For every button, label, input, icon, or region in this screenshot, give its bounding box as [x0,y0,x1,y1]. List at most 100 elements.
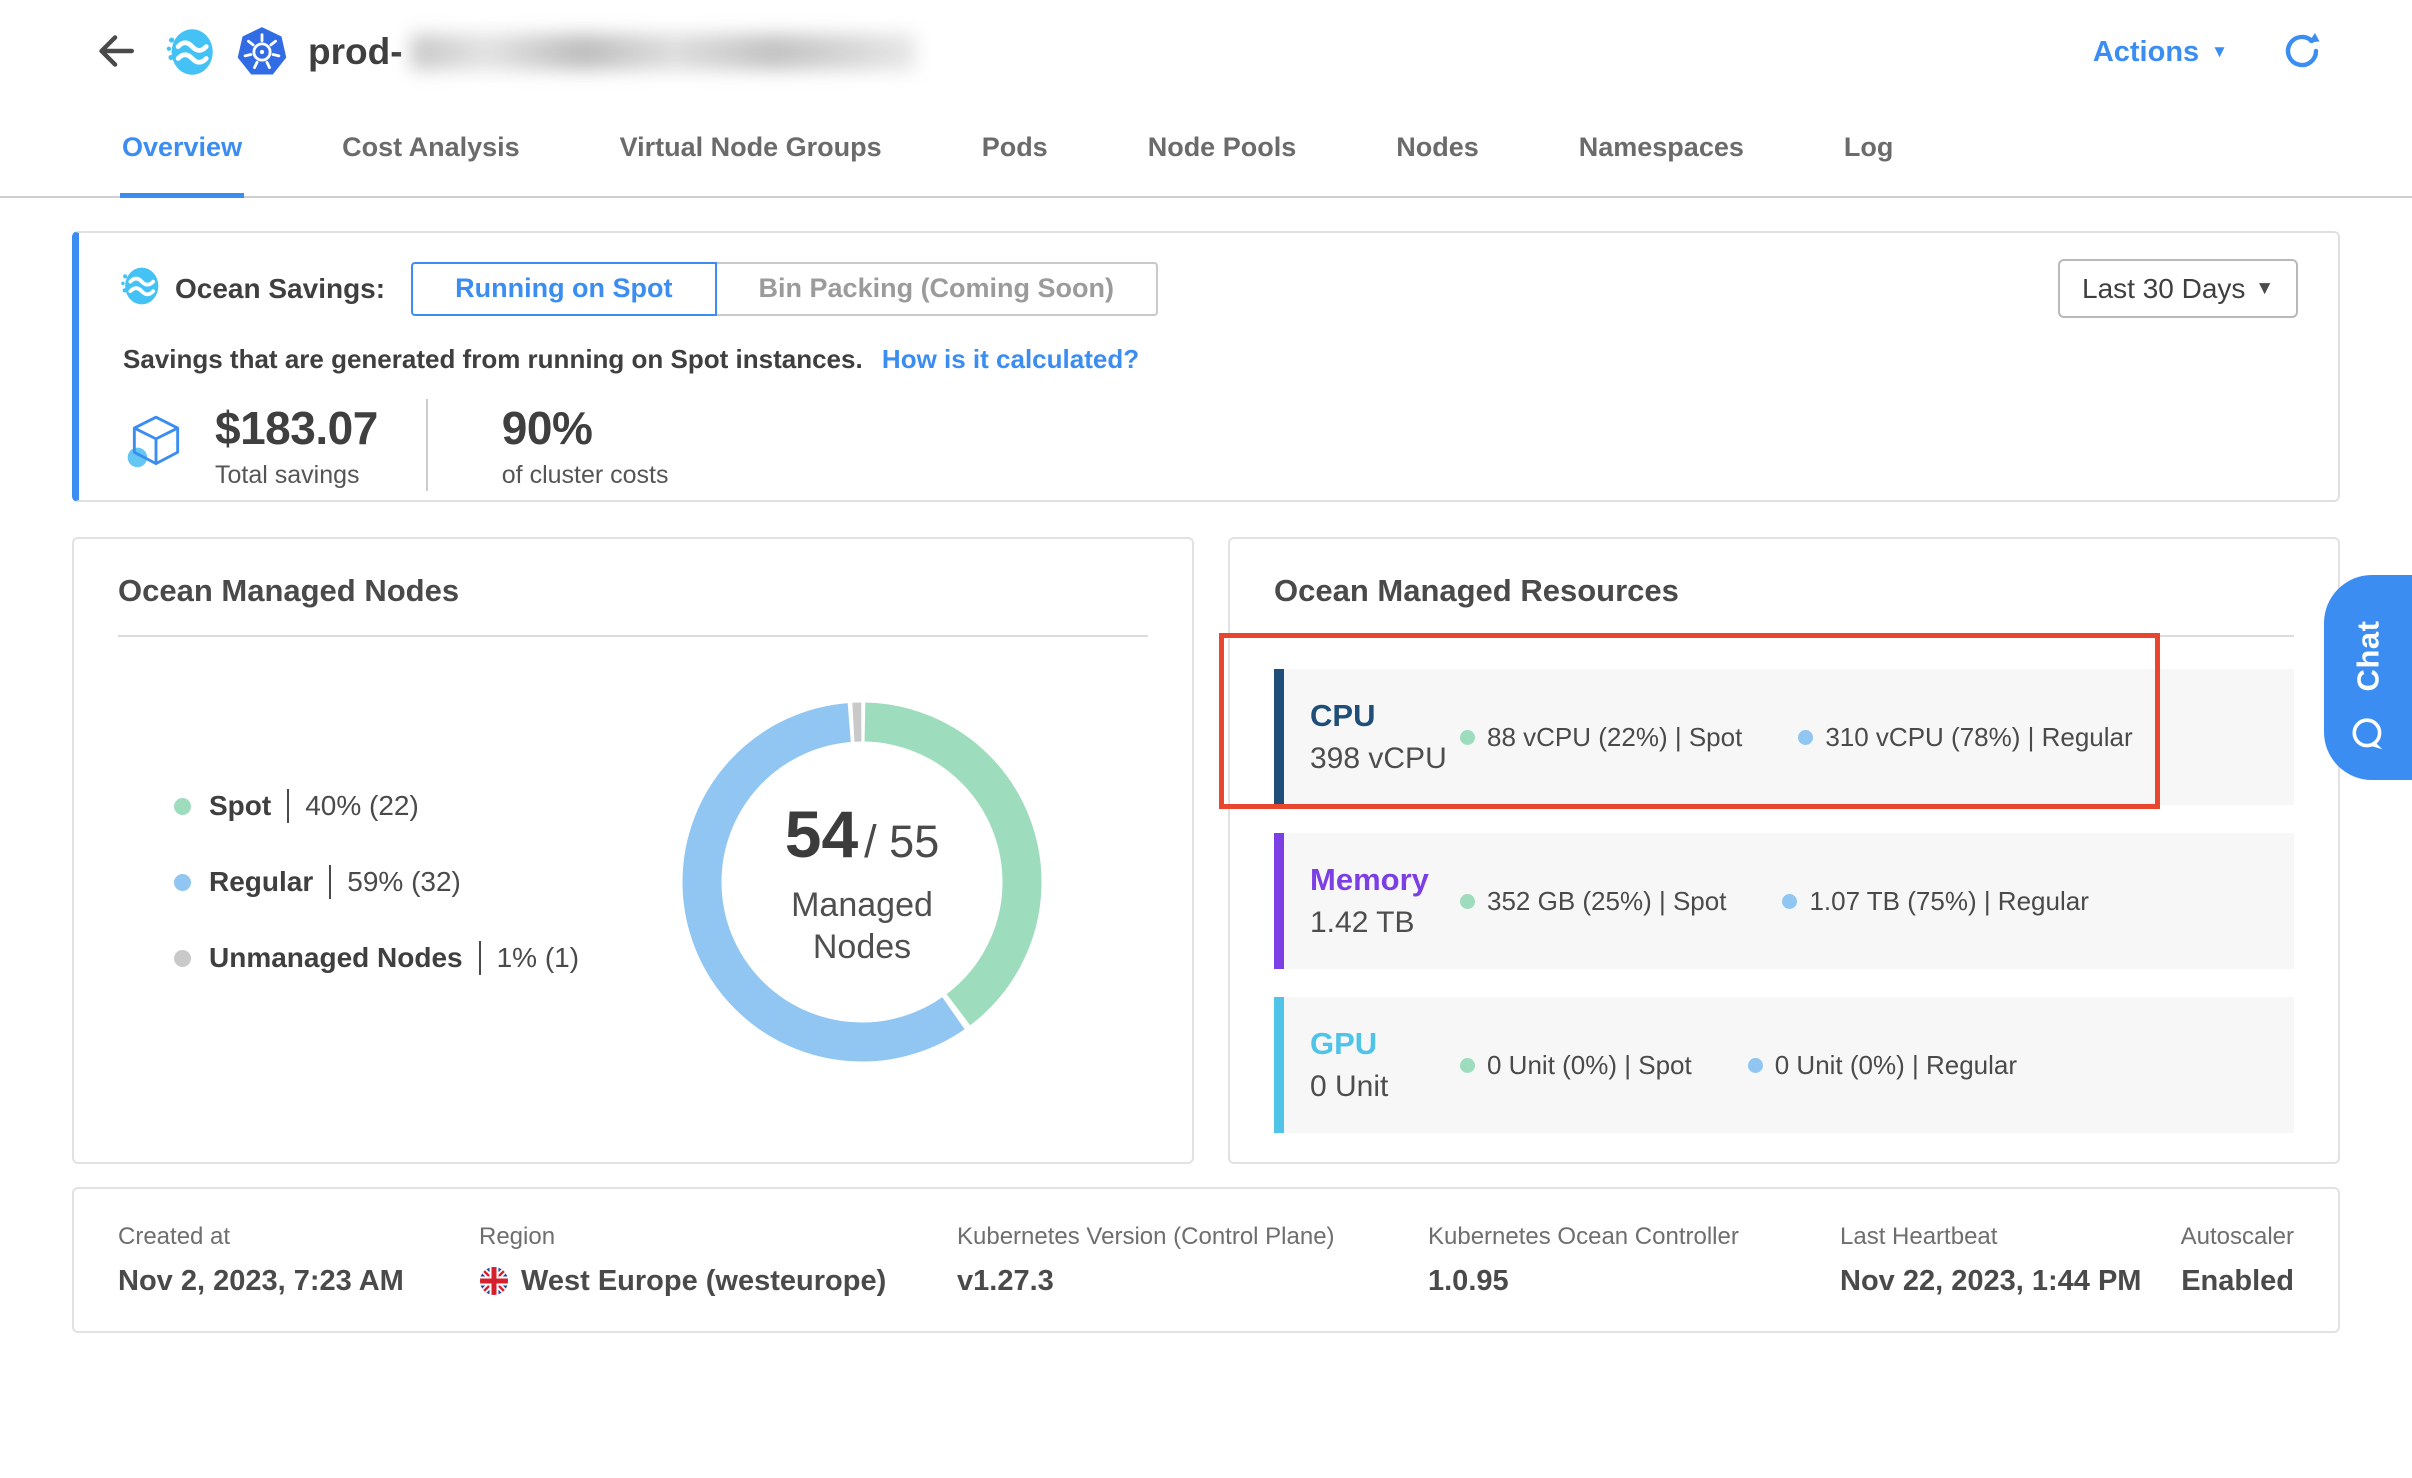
cluster-info-footer: Created at Nov 2, 2023, 7:23 AM Region [72,1187,2340,1333]
tab-bar: Overview Cost Analysis Virtual Node Grou… [0,104,2412,198]
resource-rows: CPU 398 vCPU 88 vCPU (22%) | Spot 310 vC… [1274,669,2294,1133]
main-content: Ocean Savings: Running on Spot Bin Packi… [0,231,2412,1333]
spot-dot-icon [1460,894,1475,909]
period-dropdown-value: Last 30 Days [2082,273,2245,305]
nodes-legend: Spot 40% (22) Regular 59% (32) U [174,747,579,1017]
footer-label: Region [479,1223,957,1251]
cpu-spot-stat: 88 vCPU (22%) | Spot [1460,722,1742,753]
uk-flag-icon [479,1266,509,1296]
chat-button-label: Chat [2350,621,2386,692]
legend-item-spot: Spot 40% (22) [174,789,579,823]
unmanaged-dot-icon [174,950,191,967]
gpu-name: GPU [1310,1026,1460,1062]
spot-dot-icon [174,798,191,815]
cluster-title: prod- [308,31,916,73]
footer-value: Enabled [2181,1265,2294,1298]
cluster-cost-percent-value: 90% [502,401,669,455]
savings-header-row: Ocean Savings: Running on Spot Bin Packi… [119,259,2298,318]
period-dropdown[interactable]: Last 30 Days ▼ [2058,259,2298,318]
regular-dot-icon [1782,894,1797,909]
footer-label: Last Heartbeat [1840,1223,2181,1251]
legend-item-regular: Regular 59% (32) [174,865,579,899]
resource-row-gpu: GPU 0 Unit 0 Unit (0%) | Spot 0 Unit (0%… [1274,997,2294,1133]
managed-resources-title: Ocean Managed Resources [1274,573,2294,609]
footer-created-at: Created at Nov 2, 2023, 7:23 AM [118,1223,479,1298]
footer-last-heartbeat: Last Heartbeat Nov 22, 2023, 1:44 PM [1840,1223,2181,1298]
ocean-managed-resources-card: Ocean Managed Resources CPU 398 vCPU [1228,537,2340,1164]
tab-virtual-node-groups[interactable]: Virtual Node Groups [618,132,884,198]
total-savings-label: Total savings [215,461,378,490]
legend-value: 40% (22) [305,790,419,822]
cards-row: Ocean Managed Nodes Spot 40% (22) Regula… [72,537,2340,1164]
gpu-regular-text: 0 Unit (0%) | Regular [1775,1050,2017,1081]
donut-center-label: Managed Nodes [767,884,957,969]
tab-overview[interactable]: Overview [120,132,244,198]
cluster-cost-percent-stat: 90% of cluster costs [502,401,669,490]
divider [287,789,289,823]
back-button[interactable] [90,28,136,77]
how-is-it-calculated-link[interactable]: How is it calculated? [882,344,1139,374]
cluster-cost-percent-label: of cluster costs [502,461,669,490]
ocean-savings-card: Ocean Savings: Running on Spot Bin Packi… [72,231,2340,502]
ocean-savings-icon [119,265,161,312]
savings-description-text: Savings that are generated from running … [123,344,863,374]
memory-spot-text: 352 GB (25%) | Spot [1487,886,1726,917]
savings-toggle: Running on Spot Bin Packing (Coming Soon… [411,262,1158,316]
footer-label: Kubernetes Ocean Controller [1428,1223,1840,1251]
running-on-spot-button[interactable]: Running on Spot [411,262,716,316]
cluster-name-redacted [411,34,916,70]
footer-ocean-controller: Kubernetes Ocean Controller 1.0.95 [1428,1223,1840,1298]
gpu-regular-stat: 0 Unit (0%) | Regular [1748,1050,2017,1081]
donut-center: 54 / 55 Managed Nodes [672,692,1052,1072]
memory-name: Memory [1310,862,1460,898]
tab-log[interactable]: Log [1842,132,1895,198]
chat-button[interactable]: Chat [2324,575,2412,780]
savings-stats-row: $183.07 Total savings 90% of cluster cos… [119,399,2298,491]
footer-value: 1.0.95 [1428,1265,1840,1298]
footer-kubernetes-version: Kubernetes Version (Control Plane) v1.27… [957,1223,1428,1298]
tab-pods[interactable]: Pods [980,132,1050,198]
back-arrow-icon [90,28,136,77]
spot-dot-icon [1460,730,1475,745]
spot-dot-icon [1460,1058,1475,1073]
resource-row-memory: Memory 1.42 TB 352 GB (25%) | Spot 1.07 … [1274,833,2294,969]
managed-count: 54 [785,796,858,872]
footer-value: Nov 22, 2023, 1:44 PM [1840,1265,2181,1298]
footer-autoscaler: Autoscaler Enabled [2181,1223,2294,1298]
resource-row-cpu: CPU 398 vCPU 88 vCPU (22%) | Spot 310 vC… [1274,669,2294,805]
memory-total-value: 1.42 TB [1310,906,1460,940]
region-value-text: West Europe (westeurope) [521,1265,886,1298]
total-count: / 55 [864,816,939,868]
footer-label: Created at [118,1223,479,1251]
gpu-total-value: 0 Unit [1310,1070,1460,1104]
tab-cost-analysis[interactable]: Cost Analysis [340,132,522,198]
tab-namespaces[interactable]: Namespaces [1577,132,1746,198]
gpu-accent-bar [1274,997,1284,1133]
gpu-spot-text: 0 Unit (0%) | Spot [1487,1050,1692,1081]
tab-node-pools[interactable]: Node Pools [1146,132,1299,198]
memory-spot-stat: 352 GB (25%) | Spot [1460,886,1726,917]
savings-cube-icon [123,410,189,481]
tab-nodes[interactable]: Nodes [1394,132,1481,198]
divider [426,399,428,491]
legend-value: 1% (1) [497,942,579,974]
chat-bubble-icon [2324,716,2412,754]
bin-packing-button[interactable]: Bin Packing (Coming Soon) [717,262,1159,316]
page: prod- Actions ▼ Overview Cost Analysis V… [0,0,2412,1478]
refresh-icon [2280,29,2324,76]
regular-dot-icon [1748,1058,1763,1073]
refresh-button[interactable] [2280,29,2324,76]
actions-label: Actions [2093,36,2199,69]
managed-nodes-content: Spot 40% (22) Regular 59% (32) U [118,637,1148,1127]
footer-label: Autoscaler [2181,1223,2294,1251]
legend-label: Unmanaged Nodes [209,942,463,974]
footer-value: Nov 2, 2023, 7:23 AM [118,1265,479,1298]
gpu-spot-stat: 0 Unit (0%) | Spot [1460,1050,1692,1081]
cpu-regular-text: 310 vCPU (78%) | Regular [1825,722,2132,753]
legend-item-unmanaged: Unmanaged Nodes 1% (1) [174,941,579,975]
ocean-logo-icon [164,26,216,78]
legend-value: 59% (32) [347,866,461,898]
memory-regular-text: 1.07 TB (75%) | Regular [1809,886,2088,917]
footer-label: Kubernetes Version (Control Plane) [957,1223,1428,1251]
actions-button[interactable]: Actions ▼ [2093,36,2228,69]
